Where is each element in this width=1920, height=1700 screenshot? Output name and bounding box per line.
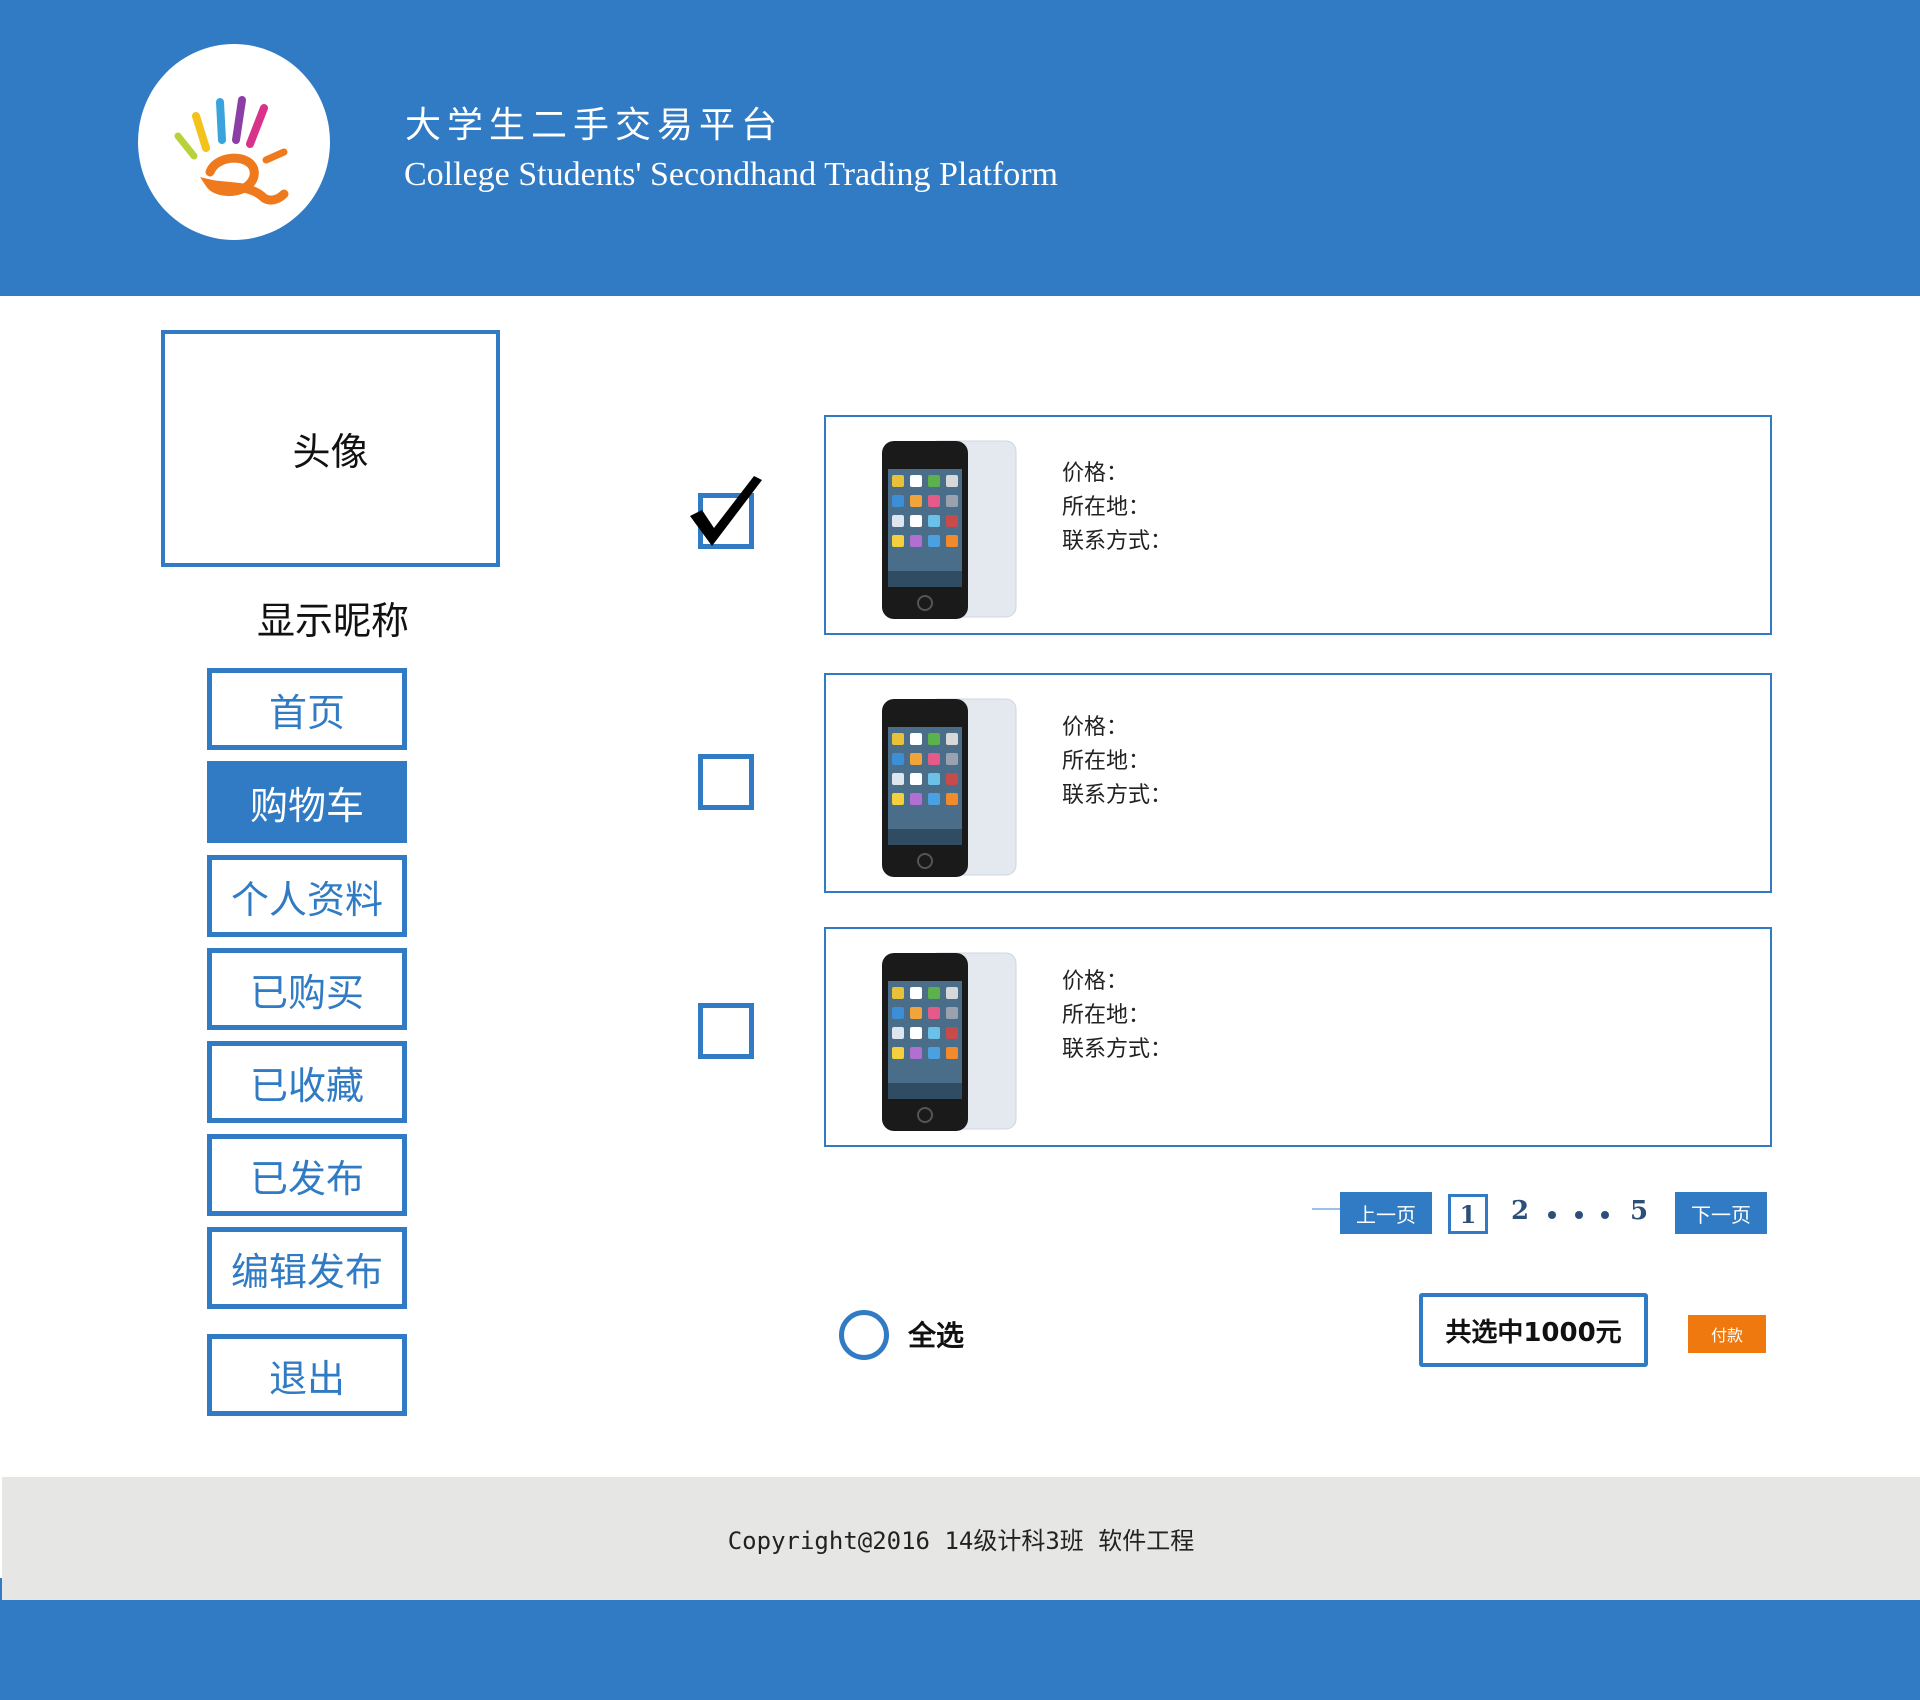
bottom-bar bbox=[0, 1600, 1920, 1700]
select-all-radio[interactable] bbox=[839, 1310, 889, 1360]
page-1-button[interactable]: 1 bbox=[1448, 1194, 1488, 1234]
nav-logout-button[interactable]: 退出 bbox=[207, 1334, 407, 1416]
nav-home-button[interactable]: 首页 bbox=[207, 668, 407, 750]
cart-item-card[interactable]: 价格： 所在地： 联系方式： bbox=[824, 927, 1772, 1147]
nav-edit-publish-button[interactable]: 编辑发布 bbox=[207, 1227, 407, 1309]
select-all-label[interactable]: 全选 bbox=[908, 1314, 964, 1354]
item-checkbox-3[interactable] bbox=[698, 1003, 754, 1059]
pay-button[interactable]: 付款 bbox=[1688, 1315, 1766, 1353]
prev-page-button[interactable]: 上一页 bbox=[1340, 1192, 1432, 1234]
cart-item-card[interactable]: 价格： 所在地： 联系方式： bbox=[824, 673, 1772, 893]
nav-favorites-button[interactable]: 已收藏 bbox=[207, 1041, 407, 1123]
pagination-ellipsis-dot bbox=[1601, 1211, 1609, 1219]
copyright-text: Copyright@2016 14级计科3班 软件工程 bbox=[727, 1527, 1195, 1555]
contact-label: 联系方式： bbox=[1062, 1037, 1173, 1062]
item-info: 价格： 所在地： 联系方式： bbox=[1062, 457, 1172, 559]
page-last-button[interactable]: 5 bbox=[1630, 1196, 1648, 1226]
phone-thumbnail-icon bbox=[882, 952, 1017, 1131]
pagination-ellipsis-dot bbox=[1575, 1211, 1583, 1219]
nav-cart-button[interactable]: 购物车 bbox=[207, 761, 407, 843]
avatar[interactable]: 头像 bbox=[161, 330, 500, 567]
header-banner: 大学生二手交易平台 College Students' Secondhand T… bbox=[0, 0, 1920, 296]
contact-label: 联系方式： bbox=[1062, 783, 1173, 808]
price-label: 价格： bbox=[1062, 461, 1129, 486]
nickname: 显示昵称 bbox=[256, 599, 409, 643]
nav-purchased-button[interactable]: 已购买 bbox=[207, 948, 407, 1030]
contact-label: 联系方式： bbox=[1062, 529, 1173, 554]
page-2-button[interactable]: 2 bbox=[1511, 1196, 1529, 1226]
footer-edge-line bbox=[0, 1578, 2, 1600]
location-label: 所在地： bbox=[1062, 1003, 1151, 1028]
checkmark-icon bbox=[690, 476, 762, 546]
site-title-cn: 大学生二手交易平台 bbox=[405, 105, 784, 146]
item-info: 价格： 所在地： 联系方式： bbox=[1062, 965, 1172, 1067]
phone-thumbnail-icon bbox=[882, 440, 1017, 619]
nav-profile-button[interactable]: 个人资料 bbox=[207, 855, 407, 937]
item-info: 价格： 所在地： 联系方式： bbox=[1062, 711, 1172, 813]
item-checkbox-2[interactable] bbox=[698, 754, 754, 810]
selected-total: 共选中1000元 bbox=[1419, 1293, 1648, 1367]
next-page-button[interactable]: 下一页 bbox=[1675, 1192, 1767, 1234]
location-label: 所在地： bbox=[1062, 749, 1151, 774]
nav-published-button[interactable]: 已发布 bbox=[207, 1134, 407, 1216]
price-label: 价格： bbox=[1062, 969, 1129, 994]
price-label: 价格： bbox=[1062, 715, 1129, 740]
phone-thumbnail-icon bbox=[882, 698, 1017, 877]
site-title-en: College Students' Secondhand Trading Pla… bbox=[404, 156, 1058, 193]
avatar-label: 头像 bbox=[292, 430, 369, 474]
cart-item-card[interactable]: 价格： 所在地： 联系方式： bbox=[824, 415, 1772, 635]
location-label: 所在地： bbox=[1062, 495, 1151, 520]
pagination-decor-line bbox=[1312, 1208, 1342, 1210]
hand-logo-icon bbox=[138, 44, 330, 240]
pagination-ellipsis-dot bbox=[1548, 1211, 1556, 1219]
footer: Copyright@2016 14级计科3班 软件工程 bbox=[2, 1477, 1920, 1600]
